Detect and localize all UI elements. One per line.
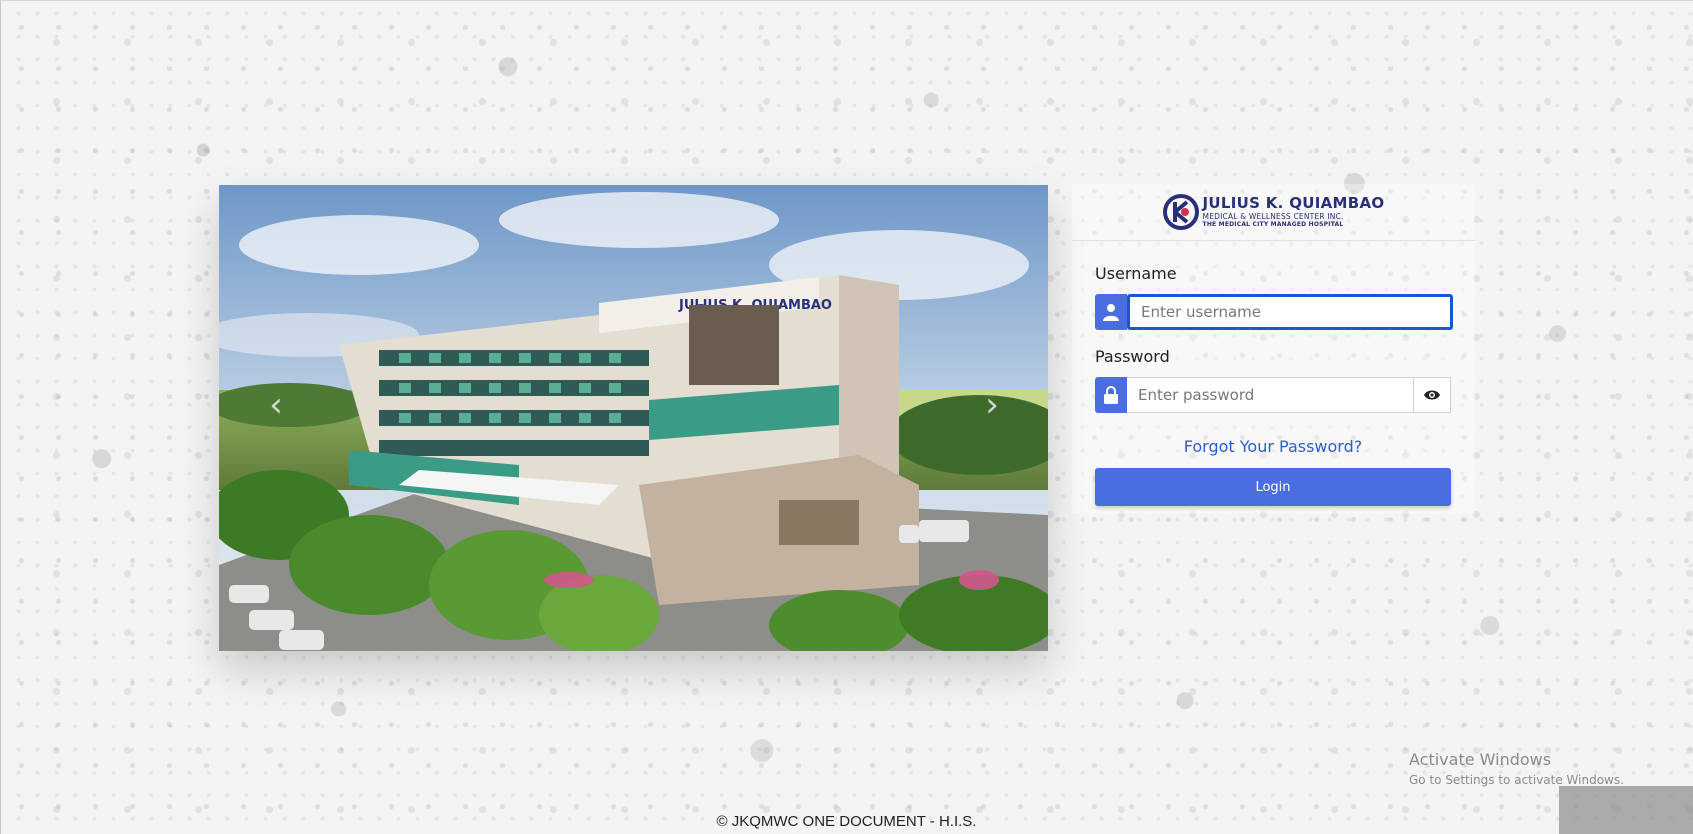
logo-emblem-icon xyxy=(1162,194,1199,230)
login-panel: JULIUS K. QUIAMBAO MEDICAL & WELLNESS CE… xyxy=(1072,184,1475,514)
logo-header: JULIUS K. QUIAMBAO MEDICAL & WELLNESS CE… xyxy=(1072,184,1475,241)
eye-icon[interactable] xyxy=(1414,377,1451,413)
top-border xyxy=(0,0,1693,1)
activate-title: Activate Windows xyxy=(1409,750,1552,769)
left-border xyxy=(0,0,1,834)
user-icon xyxy=(1095,294,1127,330)
hospital-logo: JULIUS K. QUIAMBAO MEDICAL & WELLNESS CE… xyxy=(1162,194,1385,230)
password-input[interactable] xyxy=(1127,377,1414,413)
activate-windows-watermark: Activate Windows Go to Settings to activ… xyxy=(1409,750,1624,787)
password-label: Password xyxy=(1095,347,1170,366)
hospital-building-image: JULIUS K. QUIAMBAO xyxy=(219,185,1048,651)
username-input[interactable] xyxy=(1127,294,1453,330)
username-group xyxy=(1095,294,1453,330)
username-label: Username xyxy=(1095,264,1177,283)
password-group xyxy=(1095,377,1451,413)
activate-subtitle: Go to Settings to activate Windows. xyxy=(1409,773,1624,787)
carousel-prev-arrow[interactable]: ‹ xyxy=(261,385,291,425)
forgot-password-link[interactable]: Forgot Your Password? xyxy=(1095,437,1451,456)
lock-icon xyxy=(1095,377,1127,413)
hospital-carousel[interactable]: JULIUS K. QUIAMBAO xyxy=(219,185,1048,651)
logo-tagline: THE MEDICAL CITY MANAGED HOSPITAL xyxy=(1202,220,1344,228)
footer-copyright: © JKQMWC ONE DOCUMENT - H.I.S. xyxy=(716,813,977,830)
login-button[interactable]: Login xyxy=(1095,468,1451,506)
carousel-next-arrow[interactable]: › xyxy=(977,385,1007,425)
logo-title: JULIUS K. QUIAMBAO xyxy=(1202,194,1385,213)
logo-subtitle: MEDICAL & WELLNESS CENTER INC. xyxy=(1202,212,1344,222)
